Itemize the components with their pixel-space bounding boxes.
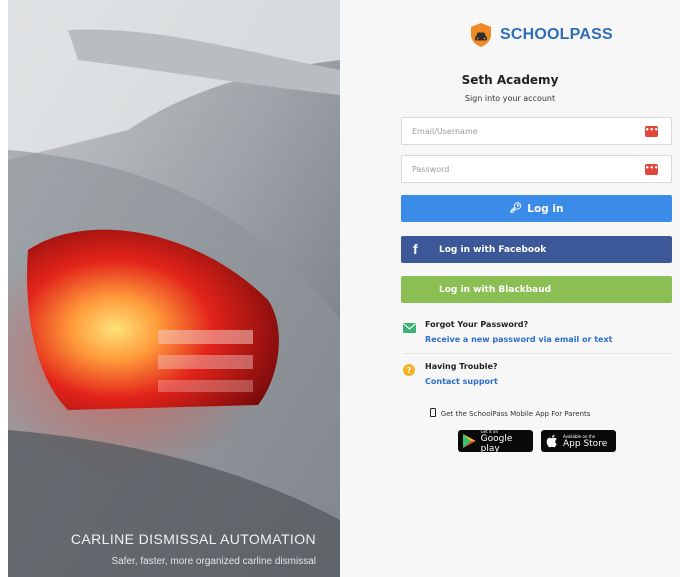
facebook-login-label: Log in with Facebook	[439, 244, 547, 255]
divider	[404, 353, 672, 354]
email-field-box: •••	[401, 117, 672, 145]
email-field[interactable]	[402, 118, 637, 144]
mobile-app-note-text: Get the SchoolPass Mobile App For Parent…	[440, 410, 591, 418]
question-icon: ?	[403, 364, 415, 376]
password-manager-icon[interactable]: •••	[645, 126, 658, 137]
facebook-login-button[interactable]: f Log in with Facebook	[401, 236, 672, 263]
app-store-badge[interactable]: Available on the App Store	[541, 430, 616, 452]
google-play-icon	[463, 434, 476, 448]
car-shield-icon	[471, 23, 491, 47]
hero-subtitle: Safer, faster, more organized carline di…	[111, 556, 316, 567]
login-panel: SCHOOLPASS Seth Academy Sign into your a…	[340, 0, 680, 577]
car-illustration	[8, 0, 340, 577]
having-trouble-title: Having Trouble?	[425, 362, 498, 371]
app-store-big-text: App Store	[563, 438, 608, 449]
brand-name: SCHOOLPASS	[500, 26, 613, 43]
school-name: Seth Academy	[461, 73, 559, 87]
svg-text:?: ?	[407, 366, 412, 375]
hero-title: CARLINE DISMISSAL AUTOMATION	[70, 531, 316, 547]
having-trouble-section: ? Having Trouble? Contact support	[402, 362, 672, 390]
forgot-password-title: Forgot Your Password?	[425, 320, 529, 329]
facebook-icon: f	[413, 241, 418, 257]
forgot-password-section: Forgot Your Password? Receive a new pass…	[402, 320, 672, 348]
signin-prompt: Sign into your account	[464, 94, 556, 103]
contact-support-link[interactable]: Contact support	[425, 377, 498, 386]
blackbaud-login-button[interactable]: Log in with Blackbaud	[401, 276, 672, 303]
google-play-big-text: Google play	[480, 433, 513, 454]
login-button[interactable]: 🔑︎ Log in	[401, 195, 672, 222]
brand-logo: SCHOOLPASS	[470, 22, 613, 48]
password-manager-icon[interactable]: •••	[645, 164, 658, 175]
password-field[interactable]	[402, 156, 637, 182]
envelope-icon	[403, 323, 416, 333]
reset-password-link[interactable]: Receive a new password via email or text	[425, 335, 612, 344]
blackbaud-login-label: Log in with Blackbaud	[439, 284, 552, 295]
login-button-label: Log in	[527, 202, 564, 215]
password-field-box: •••	[401, 155, 672, 183]
google-play-badge[interactable]: Get it on Google play	[458, 429, 533, 454]
phone-icon	[429, 408, 436, 417]
apple-icon	[546, 434, 557, 448]
hero-image: CARLINE DISMISSAL AUTOMATION Safer, fast…	[8, 0, 340, 577]
mobile-app-note: Get the SchoolPass Mobile App For Parent…	[340, 408, 680, 418]
key-icon: 🔑︎	[509, 203, 523, 214]
